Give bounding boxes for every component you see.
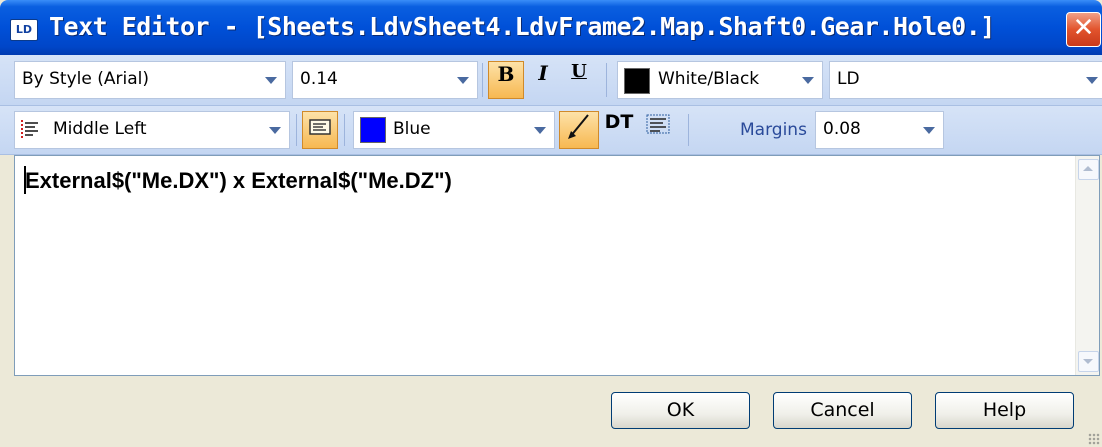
text-frame-button[interactable] <box>302 111 338 149</box>
vertical-scrollbar[interactable] <box>1075 156 1099 375</box>
color-dropdown[interactable]: White/Black <box>617 61 823 99</box>
scroll-up-icon[interactable] <box>1078 159 1099 180</box>
color-value: White/Black <box>658 69 760 89</box>
leader-line-button[interactable] <box>559 111 599 149</box>
formatting-toolbar: By Style (Arial) 0.14 B I U White/Black … <box>0 55 1102 106</box>
text-color-dropdown[interactable]: Blue <box>353 111 555 149</box>
bold-button[interactable]: B <box>488 61 524 99</box>
toolbar-separator <box>344 114 345 146</box>
title-bar[interactable]: LD Text Editor - [Sheets.LdvSheet4.LdvFr… <box>0 0 1102 55</box>
text-wrap-button[interactable] <box>640 111 676 149</box>
text-editor-area[interactable]: External$("Me.DX") x External$("Me.DZ") <box>14 155 1100 376</box>
toolbar-separator <box>482 63 483 97</box>
margins-value: 0.08 <box>823 119 861 139</box>
toolbar-separator <box>688 114 689 146</box>
resize-grip-icon[interactable] <box>1088 433 1100 445</box>
chevron-down-icon <box>457 77 469 84</box>
text-editor-window: LD Text Editor - [Sheets.LdvSheet4.LdvFr… <box>0 0 1102 447</box>
alignment-dropdown[interactable]: Middle Left <box>14 111 290 149</box>
color-swatch <box>624 68 650 94</box>
dt-button[interactable]: DT <box>601 111 637 149</box>
alignment-value: Middle Left <box>53 119 147 139</box>
text-color-swatch <box>360 117 386 143</box>
close-button[interactable]: ✕ <box>1066 12 1101 47</box>
help-button[interactable]: Help <box>935 392 1074 429</box>
chevron-down-icon <box>269 127 281 134</box>
ok-button[interactable]: OK <box>611 392 750 429</box>
text-wrap-icon <box>646 112 670 148</box>
scroll-down-icon[interactable] <box>1078 351 1099 372</box>
toolbar-separator <box>296 114 297 146</box>
font-dropdown[interactable]: By Style (Arial) <box>14 61 286 99</box>
cancel-button[interactable]: Cancel <box>773 392 912 429</box>
text-frame-icon <box>309 113 331 149</box>
chevron-down-icon <box>1086 77 1098 84</box>
underline-button[interactable]: U <box>563 61 595 99</box>
app-icon: LD <box>10 19 38 41</box>
font-value: By Style (Arial) <box>22 69 149 89</box>
leader-line-icon <box>566 112 592 153</box>
chevron-down-icon <box>534 127 546 134</box>
chevron-down-icon <box>265 77 277 84</box>
layout-toolbar: Middle Left Blue DT Margins 0.08 <box>0 106 1102 155</box>
text-size-dropdown[interactable]: 0.14 <box>292 61 478 99</box>
margins-label: Margins <box>740 120 807 140</box>
italic-button[interactable]: I <box>527 61 559 99</box>
align-middle-left-icon <box>20 119 40 141</box>
window-title: Text Editor - [Sheets.LdvSheet4.LdvFrame… <box>49 12 995 41</box>
margins-dropdown[interactable]: 0.08 <box>815 111 944 149</box>
editor-content: External$("Me.DX") x External$("Me.DZ") <box>25 168 452 193</box>
layer-value: LD <box>837 69 860 89</box>
layer-dropdown[interactable]: LD <box>829 61 1102 99</box>
chevron-down-icon <box>802 77 814 84</box>
text-size-value: 0.14 <box>300 69 338 89</box>
chevron-down-icon <box>923 127 935 134</box>
text-color-value: Blue <box>393 119 431 139</box>
toolbar-separator <box>606 63 607 97</box>
